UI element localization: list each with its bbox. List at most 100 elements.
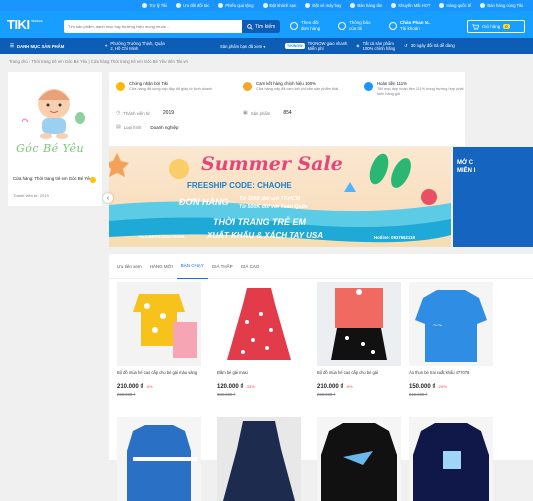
secondary-banner[interactable]: MỞ C MIỄN I [453, 147, 533, 247]
product-image[interactable] [117, 417, 201, 501]
banner-prev-button[interactable]: ‹ [103, 193, 113, 203]
banner-facebook: FB.COM/THOIGIANTREEM [139, 235, 185, 239]
viewed-products-link[interactable]: Sản phẩm bạn đã xem ▾ [220, 44, 285, 49]
track-orders-line1: Theo dõi [301, 20, 319, 25]
search-input[interactable] [64, 20, 234, 33]
business-type-value: Doanh nghiệp [150, 124, 179, 130]
track-orders[interactable]: Theo dõi đơn hàng [290, 20, 320, 31]
promo-banner[interactable]: Summer Sale FREESHIP CODE: CHAOHE ĐƠN HÀ… [109, 147, 451, 247]
tikinow-link[interactable]: TIKINOW TIKINOW giao nhanh Miễn phí [285, 41, 347, 51]
sort-tab-1[interactable]: HÀNG MỚI [146, 254, 177, 279]
product-card[interactable] [409, 417, 509, 501]
topbar-link-1[interactable]: Ưu đãi đối tác [176, 3, 209, 8]
product-count-value: 854 [283, 110, 292, 116]
product-name[interactable]: Đầm bé gái maxi [217, 370, 317, 381]
topbar-link-0[interactable]: Trợ lý Tiki [141, 3, 168, 8]
gift-icon [391, 3, 397, 8]
topbar-link-3[interactable]: Đặt khách sạn [262, 3, 296, 8]
topbar-link-5[interactable]: Bán hàng tân [350, 3, 382, 8]
logo-text: TIKI [7, 17, 30, 32]
shield-check-icon [141, 3, 147, 8]
trust-badge-desc: Cửa hàng này đã cam kết chỉ bán sản phẩm… [256, 87, 339, 91]
member-since-value: 2019 [162, 110, 175, 116]
topbar-link-label: Phiếu quà tặng [225, 3, 254, 8]
product-image[interactable] [217, 282, 301, 366]
sub-navigation: ☰ DANH MỤC SẢN PHẨM ⌖ Phường Trường Thịn… [0, 38, 533, 54]
topbar-link-2[interactable]: Phiếu quà tặng [218, 3, 254, 8]
return-policy-link[interactable]: ↺ 30 ngày đổi trả dễ dàng [404, 43, 455, 48]
secondary-banner-line2: MIỄN I [457, 167, 476, 174]
topbar-link-4[interactable]: Đặt vé máy bay [305, 3, 341, 8]
ticket-icon [218, 3, 224, 8]
cart-button[interactable]: Giỏ hàng 0 [467, 20, 525, 33]
topbar-link-label: Hàng quốc tế [446, 3, 472, 8]
return-icon [364, 82, 373, 91]
product-name[interactable]: Bộ đồ mùa hè cao cấp cho bé gái [317, 370, 417, 381]
chevron-left-icon: ‹ [106, 194, 110, 202]
map-pin-icon: ⌖ [105, 43, 108, 49]
topbar-link-label: Đặt vé máy bay [312, 3, 342, 8]
menu-icon: ☰ [10, 43, 14, 48]
notifications[interactable]: Thông báo của tôi [338, 20, 371, 31]
product-card[interactable] [317, 417, 417, 501]
product-image[interactable] [117, 282, 201, 366]
category-menu-label: DANH MỤC SẢN PHẨM [16, 43, 65, 49]
product-image[interactable] [409, 417, 493, 501]
clipboard-icon [290, 21, 298, 30]
topbar-link-7[interactable]: Hàng quốc tế [439, 3, 471, 8]
topbar-link-8[interactable]: Bán hàng cùng Tiki [480, 3, 523, 8]
original-price: 230.000 ₫ [117, 392, 136, 397]
discount-badge: -33% [245, 384, 255, 389]
product-image[interactable] [317, 417, 401, 501]
bell-icon [338, 21, 346, 30]
tikinow-line2: Miễn phí [307, 46, 324, 51]
sort-tab-4[interactable]: GIÁ CAO [237, 254, 264, 279]
viewed-products-label: Sản phẩm bạn đã xem [220, 43, 263, 49]
genuine-link[interactable]: ◈ Tất cả sản phẩm 100% chính hãng [356, 41, 395, 51]
product-card[interactable] [117, 417, 217, 501]
product-card[interactable]: ~~ Áo thun bé trai xuất khẩu 477078 150.00… [409, 282, 509, 397]
product-price-row: 210.000 ₫ -9% [317, 384, 417, 390]
delivery-location[interactable]: ⌖ Phường Trường Thịnh, Quận 2, Hồ Chí Min… [105, 41, 220, 51]
sort-tab-0[interactable]: Ưu tiên xem [113, 254, 146, 279]
track-orders-line2: đơn hàng [301, 25, 321, 31]
box-icon: ▣ [243, 110, 248, 116]
trust-badge-title: Hoàn tiền 111% [377, 81, 407, 86]
return-icon: ↺ [404, 43, 408, 49]
shop-member-since: Thành viên từ: 2019 [13, 193, 49, 198]
product-image[interactable] [317, 282, 401, 366]
topbar-link-label: Trợ lý Tiki [148, 3, 168, 8]
product-card[interactable] [217, 417, 317, 501]
product-card[interactable]: Đầm bé gái maxi 120.000 ₫ -33% 180.000 ₫ [217, 282, 317, 397]
product-name[interactable]: Áo thun bé trai xuất khẩu 477078 [409, 370, 509, 381]
account-menu[interactable]: Chào Phan N.. Tài khoản [389, 20, 431, 31]
search-icon [246, 23, 253, 30]
banner-freeship: FREESHIP CODE: CHAOHE [187, 181, 292, 190]
logo-tagline: Tốt & Nhanh [31, 19, 43, 23]
product-card[interactable]: Bộ đồ mùa hè cao cấp cho bé gái màu vàng… [117, 282, 217, 397]
product-listing: Ưu tiên xem HÀNG MỚI BÁN CHẠY GIÁ THẤP GIÁ C… [109, 254, 533, 501]
original-price: 210.000 ₫ [409, 392, 428, 397]
product-image[interactable]: ~~ [409, 282, 493, 366]
product-price: 210.000 ₫ [117, 384, 144, 390]
trust-badge: Hoàn tiền 111% Tiki mục tiếp hoàn tiền 11… [364, 81, 464, 97]
product-card[interactable]: Bộ đồ mùa hè cao cấp cho bé gái 210.000 ₫… [317, 282, 417, 397]
plane-icon [305, 3, 311, 8]
tiki-logo[interactable]: TIKI Tốt & Nhanh [7, 17, 43, 32]
globe-icon [439, 3, 445, 8]
product-name[interactable]: Bộ đồ mùa hè cao cấp cho bé gái màu vàng [117, 370, 217, 381]
medal-icon [116, 82, 125, 91]
category-menu[interactable]: ☰ DANH MỤC SẢN PHẨM [0, 43, 105, 49]
topbar-link-6[interactable]: Khuyến Mãi HOT [391, 3, 430, 8]
svg-text:~~: ~~ [433, 321, 443, 330]
product-count-row: ▣ Sản phẩm 854 [243, 110, 292, 116]
search-button-label: Tìm kiếm [254, 23, 276, 30]
banner-order-label: ĐƠN HÀNG [179, 197, 229, 207]
search-button[interactable]: Tìm kiếm [242, 20, 280, 33]
sort-tab-3[interactable]: GIÁ THẤP [208, 254, 237, 279]
trust-badge: Cam kết hàng chính hiệu 100% Cửa hàng này… [243, 81, 343, 92]
banner-line-hcm: Từ 300K đối với TP.HCM [239, 196, 301, 202]
sort-tab-2[interactable]: BÁN CHẠY [176, 254, 208, 279]
product-image[interactable] [217, 417, 301, 501]
breadcrumb[interactable]: Trang chủ › Thời trang trẻ em Góc Bé Yêu… [9, 59, 188, 64]
